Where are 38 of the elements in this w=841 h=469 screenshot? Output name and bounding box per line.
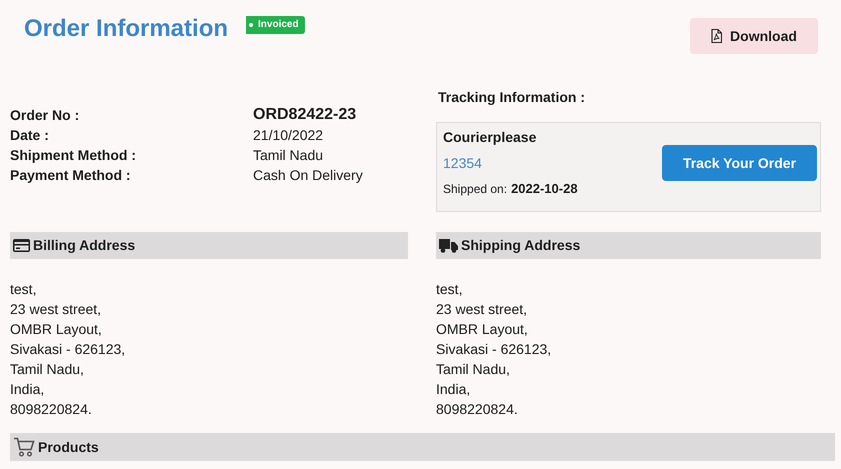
field-label: Payment Method : [10,166,132,185]
field-value: Tamil Nadu [253,146,324,165]
shipped-label: Shipped on: [443,181,508,198]
pdf-file-icon [711,29,722,43]
address-line: Tamil Nadu, [436,360,511,379]
track-order-button[interactable]: Track Your Order [662,145,817,181]
truck-icon [439,238,458,252]
address-line: test, [436,280,464,299]
courier-name: Courierplease [443,129,538,145]
field-label: Order No : [10,106,80,125]
address-line: Sivakasi - 626123, [436,340,552,359]
address-line: OMBR Layout, [436,320,529,339]
field-value: ORD82422-23 [253,105,356,125]
section-title: Shipping Address [461,236,580,255]
tracking-number-link[interactable]: 12354 [443,152,482,174]
section-title: Products [38,438,99,456]
field-label: Date : [10,126,50,145]
address-line: OMBR Layout, [10,320,103,339]
field-value: Cash On Delivery [253,166,363,185]
section-label: Tracking Information : [437,88,586,106]
field-value: 21/10/2022 [253,126,324,145]
field-label: Shipment Method : [10,146,137,165]
address-line: test, [10,280,38,299]
shipped-date: 2022-10-28 [511,180,578,198]
download-button[interactable]: Download [690,18,818,54]
address-line: India, [10,380,46,399]
address-line: Sivakasi - 626123, [10,340,126,359]
section-title: Billing Address [33,236,136,255]
cart-icon [13,437,35,457]
credit-card-icon [13,239,30,252]
address-line: 23 west street, [10,300,102,319]
address-line: 8098220824. [436,400,519,419]
page-title: Order Information [24,14,228,44]
address-line: 8098220824. [10,400,93,419]
address-line: India, [436,380,472,399]
address-line: Tamil Nadu, [10,360,85,379]
address-line: 23 west street, [436,300,528,319]
status-badge: Invoiced [246,16,305,34]
